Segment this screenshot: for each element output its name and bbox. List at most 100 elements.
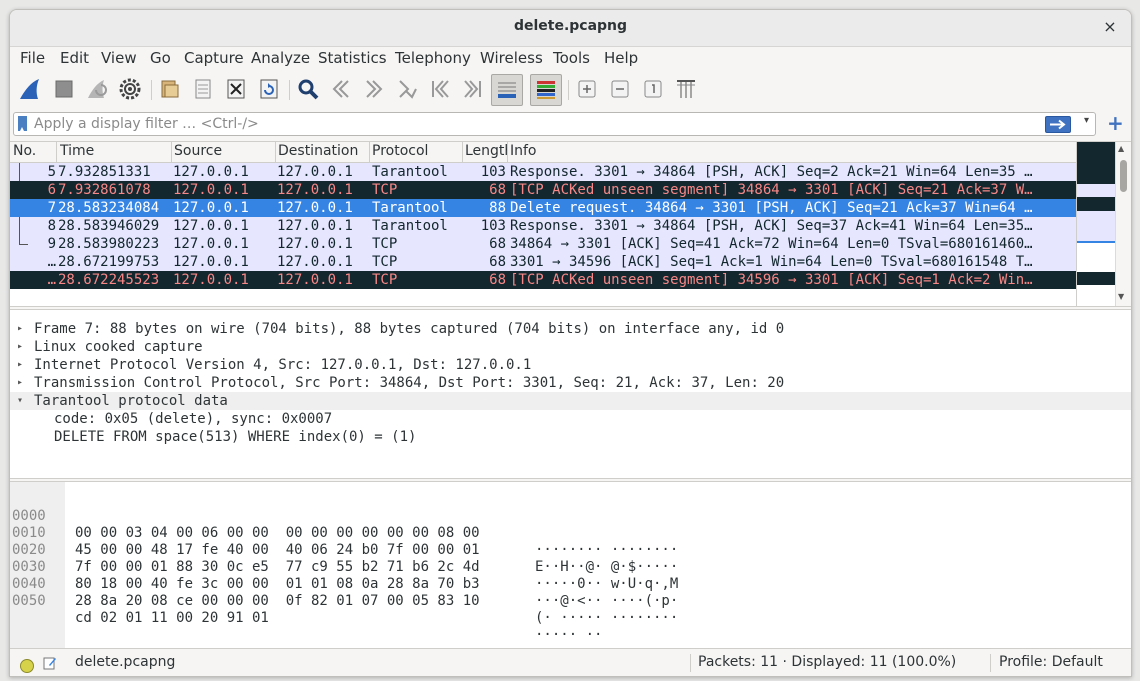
cell-no: 8 xyxy=(47,218,56,234)
scrollbar-thumb[interactable] xyxy=(1120,160,1127,192)
column-header-source[interactable]: Source xyxy=(174,143,274,159)
column-header-length[interactable]: Length xyxy=(465,143,507,159)
capture-comment-edit-icon[interactable] xyxy=(43,656,57,670)
expand-arrow-icon[interactable]: ▸ xyxy=(17,320,23,338)
bytes-ascii: (· ····· ········ xyxy=(535,610,679,626)
bytes-row[interactable]: 0010 45 00 00 48 17 fe 40 00 40 06 24 b0… xyxy=(10,508,678,575)
packet-list-scrollbar[interactable]: ▲ ▼ xyxy=(1115,142,1131,306)
packet-row-selected[interactable]: 7 28.583234084 127.0.0.1 127.0.0.1 Taran… xyxy=(10,199,1076,217)
menu-edit[interactable]: Edit xyxy=(60,49,89,67)
column-header-protocol[interactable]: Protocol xyxy=(372,143,462,159)
cell-length: 68 xyxy=(489,182,506,198)
bytes-ascii: ·····0·· w·U·q·,M xyxy=(535,576,679,592)
packet-row[interactable]: 5 7.932851331 127.0.0.1 127.0.0.1 Tarant… xyxy=(10,163,1076,181)
stop-icon[interactable] xyxy=(51,76,77,102)
bytes-row[interactable]: 0040 28 8a 20 08 ce 00 00 00 0f 82 01 07… xyxy=(10,559,678,626)
packet-row[interactable]: 6 7.932861078 127.0.0.1 127.0.0.1 TCP 68… xyxy=(10,181,1076,199)
cell-protocol: Tarantool xyxy=(372,164,448,180)
last-packet-icon[interactable] xyxy=(460,76,486,102)
cell-no: … xyxy=(47,272,56,288)
filter-bookmark-icon[interactable] xyxy=(18,116,27,131)
filter-history-chevron-icon[interactable]: ▾ xyxy=(1084,115,1089,126)
packet-row[interactable]: … 28.672199753 127.0.0.1 127.0.0.1 TCP 6… xyxy=(10,253,1076,271)
cell-source: 127.0.0.1 xyxy=(173,182,249,198)
detail-row-tarantool[interactable]: ▾ Tarantool protocol data xyxy=(10,392,1131,410)
zoom-out-icon[interactable] xyxy=(607,76,633,102)
save-file-icon[interactable] xyxy=(190,76,216,102)
bytes-row[interactable]: 0000 00 00 03 04 00 06 00 00 00 00 00 00… xyxy=(10,491,678,558)
menu-telephony[interactable]: Telephony xyxy=(395,49,471,67)
menu-analyze[interactable]: Analyze xyxy=(251,49,310,67)
shark-fin-icon[interactable] xyxy=(17,76,43,102)
cell-time: 7.932861078 xyxy=(58,182,151,198)
expert-info-led-icon[interactable] xyxy=(20,659,34,673)
go-to-packet-icon[interactable] xyxy=(394,76,420,102)
menu-tools[interactable]: Tools xyxy=(553,49,590,67)
packet-row[interactable]: … 28.672245523 127.0.0.1 127.0.0.1 TCP 6… xyxy=(10,271,1076,289)
detail-row-query[interactable]: DELETE FROM space(513) WHERE index(0) = … xyxy=(10,428,1131,446)
close-window-button[interactable]: × xyxy=(1099,16,1121,38)
scroll-up-arrow-icon[interactable]: ▲ xyxy=(1118,144,1124,153)
column-header-info[interactable]: Info xyxy=(510,143,1070,159)
bytes-offset: 0050 xyxy=(12,593,46,609)
expand-arrow-icon[interactable]: ▸ xyxy=(17,338,23,356)
zoom-in-icon[interactable] xyxy=(574,76,600,102)
close-file-icon[interactable] xyxy=(223,76,249,102)
packet-minimap[interactable] xyxy=(1076,142,1115,306)
open-folder-icon[interactable] xyxy=(157,76,183,102)
column-header-destination[interactable]: Destination xyxy=(278,143,370,159)
detail-row-frame[interactable]: ▸ Frame 7: 88 bytes on wire (704 bits), … xyxy=(10,320,1131,338)
go-forward-icon[interactable] xyxy=(361,76,387,102)
menu-capture[interactable]: Capture xyxy=(184,49,244,67)
cell-no: 9 xyxy=(47,236,56,252)
menu-help[interactable]: Help xyxy=(604,49,638,67)
restart-icon[interactable] xyxy=(84,76,110,102)
autoscroll-icon[interactable] xyxy=(491,74,523,106)
bytes-row[interactable]: 0050 cd 02 01 11 00 20 91 01 ····· ·· xyxy=(10,576,602,643)
menu-statistics[interactable]: Statistics xyxy=(318,49,387,67)
menu-view[interactable]: View xyxy=(101,49,137,67)
status-profile[interactable]: Profile: Default xyxy=(999,654,1103,670)
first-packet-icon[interactable] xyxy=(427,76,453,102)
expand-arrow-icon[interactable]: ▸ xyxy=(17,356,23,374)
status-packet-count: Packets: 11 · Displayed: 11 (100.0%) xyxy=(698,654,957,670)
zoom-reset-icon[interactable] xyxy=(640,76,666,102)
go-back-icon[interactable] xyxy=(328,76,354,102)
cell-time: 28.672199753 xyxy=(58,254,160,270)
cell-time: 28.583234084 xyxy=(58,200,160,216)
cell-info: Response. 3301 → 34864 [PSH, ACK] Seq=2 … xyxy=(510,164,1033,180)
detail-row-ipv4[interactable]: ▸ Internet Protocol Version 4, Src: 127.… xyxy=(10,356,1131,374)
detail-row-code[interactable]: code: 0x05 (delete), sync: 0x0007 xyxy=(10,410,1131,428)
colorize-icon[interactable] xyxy=(530,74,562,106)
add-filter-button[interactable]: + xyxy=(1107,111,1124,135)
options-gear-icon[interactable] xyxy=(117,76,143,102)
packet-row[interactable]: 8 28.583946029 127.0.0.1 127.0.0.1 Taran… xyxy=(10,217,1076,235)
apply-filter-arrow-icon[interactable] xyxy=(1045,116,1071,133)
scroll-down-arrow-icon[interactable]: ▼ xyxy=(1118,292,1124,301)
bytes-ascii: E··H··@· @·$····· xyxy=(535,559,679,575)
find-icon[interactable] xyxy=(295,76,321,102)
bytes-row[interactable]: 0020 7f 00 00 01 88 30 0c e5 77 c9 55 b2… xyxy=(10,525,678,592)
reload-icon[interactable] xyxy=(256,76,282,102)
detail-row-tcp[interactable]: ▸ Transmission Control Protocol, Src Por… xyxy=(10,374,1131,392)
menu-go[interactable]: Go xyxy=(150,49,171,67)
cell-source: 127.0.0.1 xyxy=(173,218,249,234)
expand-arrow-icon[interactable]: ▸ xyxy=(17,374,23,392)
bytes-row[interactable]: 0030 80 18 00 40 fe 3c 00 00 01 01 08 0a… xyxy=(10,542,678,609)
status-file-name: delete.pcapng xyxy=(75,654,176,670)
cell-destination: 127.0.0.1 xyxy=(277,200,353,216)
cell-info: 3301 → 34596 [ACK] Seq=1 Ack=1 Win=64 Le… xyxy=(510,254,1033,270)
display-filter-input[interactable] xyxy=(34,113,1044,135)
cell-destination: 127.0.0.1 xyxy=(277,236,353,252)
resize-columns-icon[interactable] xyxy=(673,76,699,102)
detail-row-linux-cooked[interactable]: ▸ Linux cooked capture xyxy=(10,338,1131,356)
collapse-arrow-icon[interactable]: ▾ xyxy=(17,392,23,410)
cell-length: 103 xyxy=(480,164,506,180)
menu-wireless[interactable]: Wireless xyxy=(480,49,543,67)
cell-destination: 127.0.0.1 xyxy=(277,254,353,270)
packet-row[interactable]: 9 28.583980223 127.0.0.1 127.0.0.1 TCP 6… xyxy=(10,235,1076,253)
column-header-time[interactable]: Time xyxy=(60,143,170,159)
menu-file[interactable]: File xyxy=(20,49,45,67)
cell-time: 7.932851331 xyxy=(58,164,151,180)
column-header-no[interactable]: No. xyxy=(13,143,57,159)
